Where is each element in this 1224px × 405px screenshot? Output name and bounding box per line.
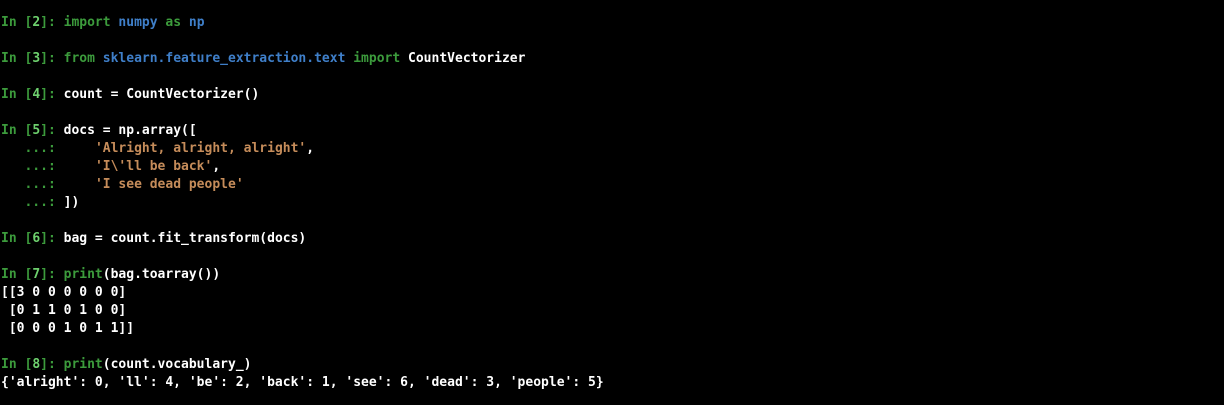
continuation-prompt: ...: <box>1 159 56 174</box>
input-line-8: In [8]: print(count.vocabulary_) <box>1 356 1224 374</box>
prompt: In [2]: <box>1 15 64 30</box>
code: (count.vocabulary_) <box>102 357 252 372</box>
prompt: In [8]: <box>1 357 64 372</box>
continuation-line: ...: 'I\'ll be back', <box>1 159 221 174</box>
code: bag = count.fit_transform(docs) <box>63 231 307 246</box>
ipython-terminal[interactable]: In [2]: import numpy as np In [3]: from … <box>0 0 1224 405</box>
keyword: import <box>63 15 111 30</box>
code: ]) <box>63 195 80 210</box>
module-name: sklearn.feature_extraction.text <box>102 51 346 66</box>
output-line: {'alright': 0, 'll': 4, 'be': 2, 'back':… <box>1 375 604 390</box>
builtin-function: print <box>63 357 103 372</box>
prompt: In [3]: <box>1 51 64 66</box>
string-literal: 'Alright, alright, alright' <box>94 141 307 156</box>
input-line-4: In [4]: count = CountVectorizer() <box>1 86 1224 104</box>
output-line: [0 0 0 1 0 1 1]] <box>1 321 135 336</box>
keyword: as <box>165 15 182 30</box>
code: count = CountVectorizer() <box>63 87 260 102</box>
module-alias: np <box>188 15 205 30</box>
continuation-line: ...: ]) <box>1 194 1224 212</box>
continuation-line: ...: 'I see dead people' <box>1 176 1224 194</box>
continuation-prompt: ...: <box>1 141 56 156</box>
code: (bag.toarray()) <box>102 267 221 282</box>
prompt: In [5]: <box>1 123 64 138</box>
input-line-5: In [5]: docs = np.array([ <box>1 122 1224 140</box>
input-line-3: In [3]: from sklearn.feature_extraction.… <box>1 50 1224 68</box>
keyword: from <box>63 51 95 66</box>
imported-name: CountVectorizer <box>408 51 526 66</box>
code: docs = np.array([ <box>63 123 197 138</box>
prompt: In [4]: <box>1 87 64 102</box>
prompt: In [7]: <box>1 267 64 282</box>
continuation-line: ...: 'Alright, alright, alright', <box>1 141 315 156</box>
continuation-prompt: ...: <box>1 177 56 192</box>
module-name: numpy <box>118 15 158 30</box>
input-line-7: In [7]: print(bag.toarray()) <box>1 266 1224 284</box>
input-line-6: In [6]: bag = count.fit_transform(docs) <box>1 230 1224 248</box>
prompt: In [6]: <box>1 231 64 246</box>
string-literal: 'I see dead people' <box>94 177 244 192</box>
string-literal: 'I\'ll be back' <box>94 159 213 174</box>
builtin-function: print <box>63 267 103 282</box>
continuation-prompt: ...: <box>1 195 56 210</box>
keyword: import <box>353 51 401 66</box>
output-line: [[3 0 0 0 0 0 0] <box>1 285 127 300</box>
input-line-2: In [2]: import numpy as np <box>1 14 1224 32</box>
output-line: [0 1 1 0 1 0 0] <box>1 303 127 318</box>
